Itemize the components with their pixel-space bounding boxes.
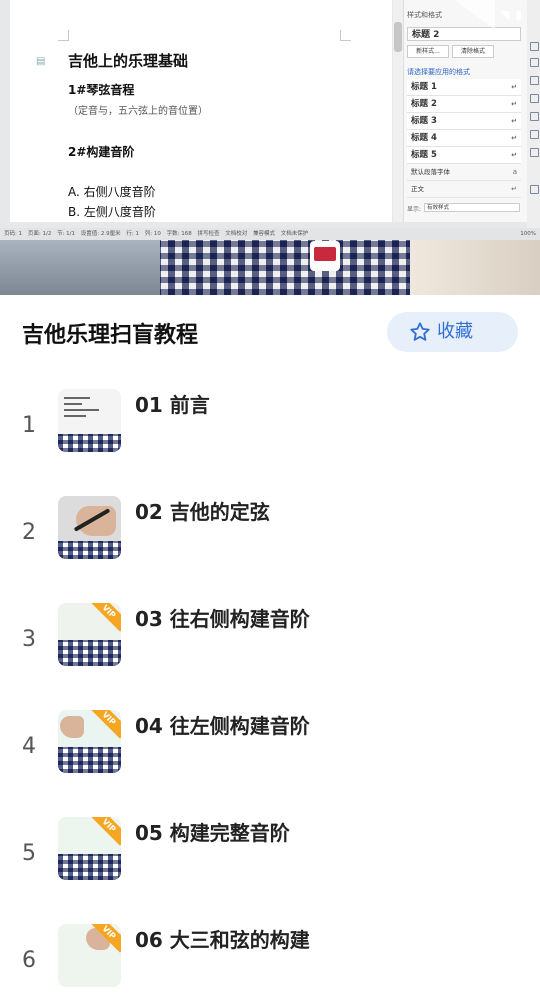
lesson-number: 5 bbox=[22, 841, 36, 866]
lesson-item[interactable]: 5 VIP 05 构建完整音阶 bbox=[0, 817, 540, 897]
toolbar-icon bbox=[530, 76, 539, 85]
lesson-item[interactable]: 4 VIP 04 往左侧构建音阶 bbox=[0, 710, 540, 790]
lesson-item[interactable]: 3 VIP 03 往右侧构建音阶 bbox=[0, 603, 540, 683]
document-preview: ▤ 吉他上的乐理基础 1#琴弦音程 （定音与，五六弦上的音位置） 2#构建音阶 … bbox=[0, 0, 540, 228]
lesson-title: 05 构建完整音阶 bbox=[135, 821, 290, 845]
lesson-title: 06 大三和弦的构建 bbox=[135, 928, 310, 952]
lesson-title: 03 往右侧构建音阶 bbox=[135, 607, 310, 631]
doc-line-3: 2#构建音阶 bbox=[68, 145, 135, 159]
toolbar-icon bbox=[530, 112, 539, 121]
side-toolbar bbox=[527, 0, 540, 228]
favorite-button[interactable]: 收藏 bbox=[387, 312, 518, 352]
status-icons: ◥▮ bbox=[500, 8, 528, 22]
lesson-number: 2 bbox=[22, 520, 36, 545]
star-icon bbox=[410, 322, 430, 341]
style-item: 标题 1 ↵ bbox=[407, 79, 521, 96]
lesson-number: 4 bbox=[22, 734, 36, 759]
style-item: 默认段落字体 a bbox=[407, 164, 521, 181]
lesson-thumbnail: VIP bbox=[58, 924, 121, 987]
lesson-title: 02 吉他的定弦 bbox=[135, 500, 270, 524]
vip-badge: VIP bbox=[88, 710, 121, 739]
style-item: 标题 2 ↵ bbox=[407, 96, 521, 113]
toolbar-icon bbox=[530, 130, 539, 139]
favorite-label: 收藏 bbox=[437, 321, 473, 342]
style-item: 正文 ↵ bbox=[407, 181, 521, 198]
lesson-thumbnail bbox=[58, 389, 121, 452]
lesson-thumbnail: VIP bbox=[58, 710, 121, 773]
show-label: 显示: bbox=[407, 206, 422, 213]
lesson-thumbnail: VIP bbox=[58, 817, 121, 880]
clear-format-button: 清除格式 bbox=[452, 45, 494, 58]
lesson-title: 01 前言 bbox=[135, 393, 210, 417]
wifi-icon: ◥ bbox=[500, 8, 516, 22]
lesson-item[interactable]: 2 02 吉他的定弦 bbox=[0, 496, 540, 576]
doc-line-2: （定音与，五六弦上的音位置） bbox=[68, 106, 208, 117]
doc-statusbar: 页码: 1 页面: 1/2 节: 1/1 设置值: 2.9厘米 行: 1 列: … bbox=[0, 228, 540, 240]
toolbar-icon bbox=[530, 94, 539, 103]
doc-line-1: 1#琴弦音程 bbox=[68, 83, 135, 97]
apply-style-label: 请选择要应用的格式 bbox=[407, 68, 470, 76]
lesson-title: 04 往左侧构建音阶 bbox=[135, 714, 310, 738]
style-panel: 样式和格式 标题 2 新样式... 清除格式 请选择要应用的格式 标题 1 ↵ 标… bbox=[403, 0, 527, 222]
battery-icon: ▮ bbox=[515, 8, 528, 22]
lesson-item[interactable]: 6 VIP 06 大三和弦的构建 bbox=[0, 924, 540, 1004]
style-item: 标题 4 ↵ bbox=[407, 130, 521, 147]
doc-line-5: B. 左侧八度音阶 bbox=[68, 205, 156, 219]
lesson-number: 1 bbox=[22, 413, 36, 438]
toolbar-icon bbox=[530, 148, 539, 157]
style-list: 标题 1 ↵ 标题 2 ↵ 标题 3 ↵ 标题 4 ↵ 标题 5 ↵ 默认段落字体 a 正文… bbox=[407, 79, 521, 198]
lesson-item[interactable]: 1 01 前言 bbox=[0, 389, 540, 469]
show-select: 有效样式 bbox=[424, 203, 520, 212]
shirt-badge bbox=[310, 241, 340, 271]
document-page: ▤ 吉他上的乐理基础 1#琴弦音程 （定音与，五六弦上的音位置） 2#构建音阶 … bbox=[10, 0, 392, 222]
lesson-thumbnail: VIP bbox=[58, 603, 121, 666]
lesson-thumbnail bbox=[58, 496, 121, 559]
style-item: 标题 3 ↵ bbox=[407, 113, 521, 130]
style-item: 标题 5 ↵ bbox=[407, 147, 521, 164]
lesson-number: 6 bbox=[22, 948, 36, 973]
vip-badge: VIP bbox=[88, 603, 121, 632]
new-style-button: 新样式... bbox=[407, 45, 449, 58]
course-title: 吉他乐理扫盲教程 bbox=[22, 323, 199, 348]
doc-scrollbar bbox=[393, 0, 403, 222]
video-player[interactable]: ▤ 吉他上的乐理基础 1#琴弦音程 （定音与，五六弦上的音位置） 2#构建音阶 … bbox=[0, 0, 540, 295]
toolbar-icon bbox=[530, 42, 539, 51]
doc-title: 吉他上的乐理基础 bbox=[68, 52, 189, 70]
toolbar-icon bbox=[530, 185, 539, 194]
toolbar-icon bbox=[530, 58, 539, 67]
paragraph-icon: ▤ bbox=[36, 56, 46, 67]
style-panel-header: 样式和格式 bbox=[407, 11, 442, 19]
doc-line-4: A. 右侧八度音阶 bbox=[68, 185, 156, 199]
lesson-number: 3 bbox=[22, 627, 36, 652]
vip-badge: VIP bbox=[88, 817, 121, 846]
